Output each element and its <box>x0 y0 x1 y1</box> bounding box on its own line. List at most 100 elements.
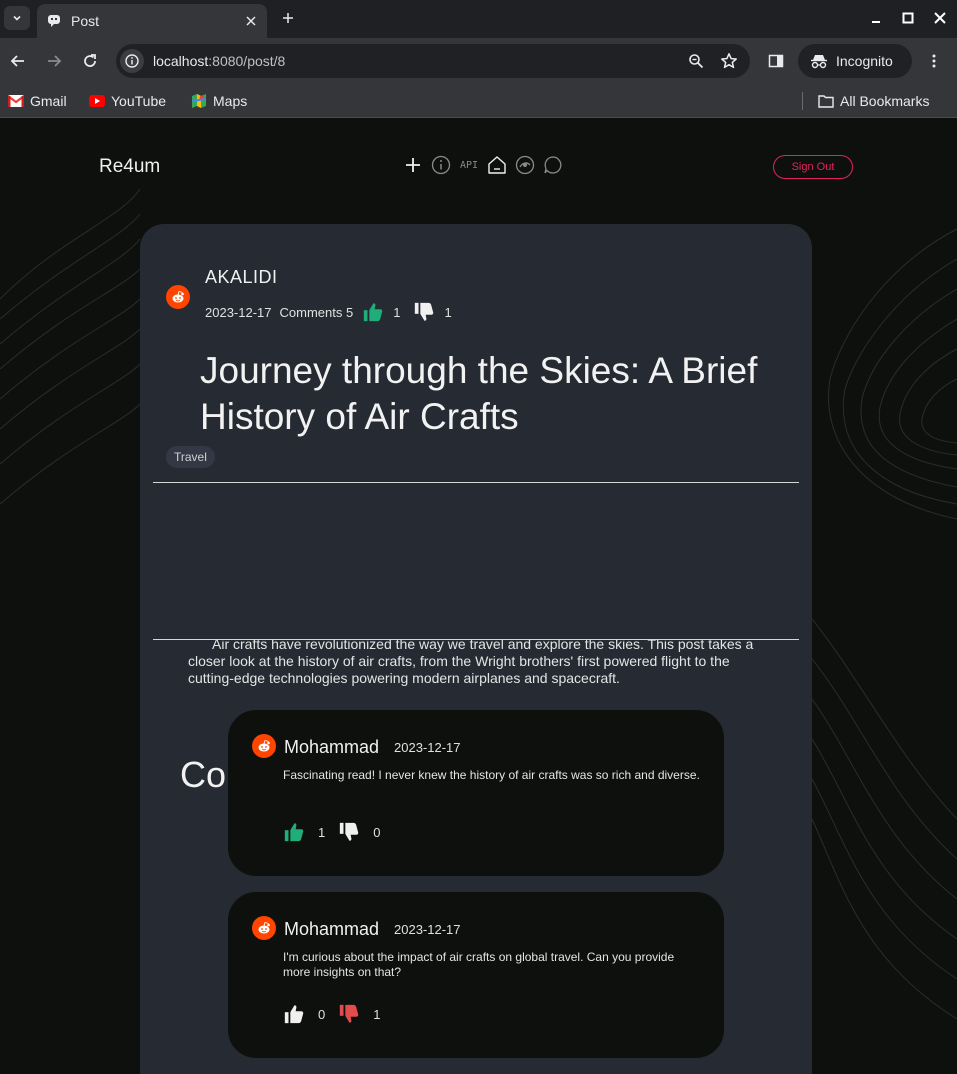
home-icon <box>488 156 506 174</box>
comment-text: I'm curious about the impact of air craf… <box>283 950 675 979</box>
compass-icon <box>515 155 535 175</box>
side-panel-icon <box>768 54 784 68</box>
create-post-button[interactable] <box>402 154 424 176</box>
reload-button[interactable] <box>78 49 102 73</box>
comment-votes: 1 0 <box>282 820 392 844</box>
bookmark-maps[interactable]: Maps <box>191 90 247 112</box>
close-icon <box>246 16 256 26</box>
comment-card: Mohammad 2023-12-17 Fascinating read! I … <box>228 710 724 876</box>
info-button[interactable] <box>430 154 452 176</box>
back-button[interactable] <box>6 49 30 73</box>
minimize-button[interactable] <box>866 8 886 28</box>
zoom-button[interactable] <box>684 49 708 73</box>
url-host: localhost <box>153 53 209 69</box>
tab-strip: Post <box>0 0 957 38</box>
messages-button[interactable] <box>542 154 564 176</box>
address-bar[interactable]: localhost:8080/post/8 <box>116 44 750 78</box>
reddit-alien-icon <box>258 739 270 752</box>
explore-button[interactable] <box>514 154 536 176</box>
minimize-icon <box>872 21 880 23</box>
avatar <box>252 734 276 758</box>
chat-bubble-icon <box>544 156 562 174</box>
home-button[interactable] <box>486 154 508 176</box>
tab-title: Post <box>71 13 100 29</box>
plus-icon <box>406 158 420 172</box>
post-meta: 2023-12-17 Comments 5 1 1 <box>205 300 452 324</box>
bookmark-star-button[interactable] <box>717 49 741 73</box>
folder-icon <box>818 93 834 109</box>
bookmark-label: YouTube <box>111 93 167 109</box>
dislike-count: 0 <box>373 824 381 840</box>
comment-author[interactable]: Mohammad <box>284 737 379 758</box>
dislike-count: 1 <box>373 1006 381 1022</box>
maximize-button[interactable] <box>898 8 918 28</box>
maximize-icon <box>902 12 914 24</box>
url-path: :8080/post/8 <box>208 53 286 69</box>
like-count: 0 <box>318 1006 326 1022</box>
sign-out-button[interactable]: Sign Out <box>773 155 853 179</box>
comments-count[interactable]: Comments 5 <box>280 305 354 320</box>
reddit-alien-icon <box>258 921 270 934</box>
post-body: Air crafts have revolutionized the way w… <box>188 636 754 686</box>
comment-author[interactable]: Mohammad <box>284 919 379 940</box>
all-bookmarks-button[interactable]: All Bookmarks <box>818 90 929 112</box>
brand-logo[interactable]: Re4um <box>99 156 160 178</box>
like-button[interactable] <box>282 1002 306 1026</box>
forward-button[interactable] <box>42 49 66 73</box>
new-tab-button[interactable] <box>278 8 298 28</box>
close-tab-button[interactable] <box>241 11 261 31</box>
arrow-left-icon <box>10 55 24 67</box>
side-panel-button[interactable] <box>764 49 788 73</box>
divider <box>153 482 799 483</box>
plus-icon <box>283 13 293 23</box>
dislike-button[interactable] <box>412 300 436 324</box>
zoom-icon <box>689 54 704 69</box>
thumbs-down-icon <box>340 1004 359 1023</box>
post-author[interactable]: AKALIDI <box>205 267 278 288</box>
site-info-button[interactable] <box>120 49 144 73</box>
gmail-icon <box>8 93 24 109</box>
post-card: AKALIDI 2023-12-17 Comments 5 1 1 Journe… <box>140 224 812 1074</box>
youtube-icon <box>89 93 105 109</box>
divider <box>153 639 799 640</box>
comment-votes: 0 1 <box>282 1002 392 1026</box>
top-nav: API <box>402 154 570 176</box>
post-date: 2023-12-17 <box>205 304 272 320</box>
all-bookmarks-label: All Bookmarks <box>840 93 930 109</box>
bookmark-label: Maps <box>213 93 248 109</box>
incognito-icon <box>811 55 827 69</box>
dislike-button[interactable] <box>337 820 361 844</box>
api-button[interactable]: API <box>458 154 480 176</box>
url-text: localhost:8080/post/8 <box>153 53 684 69</box>
like-button[interactable] <box>361 300 385 324</box>
page: Re4um API Sign Out AKALIDI 2023-12-17 Co… <box>0 119 957 1074</box>
dislike-button[interactable] <box>337 1002 361 1026</box>
browser-menu-button[interactable] <box>922 49 946 73</box>
bookmark-youtube[interactable]: YouTube <box>89 90 166 112</box>
avatar <box>252 916 276 940</box>
category-tag[interactable]: Travel <box>166 446 215 468</box>
close-window-button[interactable] <box>930 8 950 28</box>
info-icon <box>431 155 451 175</box>
tab-search-button[interactable] <box>4 6 30 30</box>
comment-date: 2023-12-17 <box>394 740 461 755</box>
comment-card: Mohammad 2023-12-17 I'm curious about th… <box>228 892 724 1058</box>
post-title: Journey through the Skies: A Brief Histo… <box>200 350 758 437</box>
arrow-right-icon <box>48 55 62 67</box>
comment-text: Fascinating read! I never knew the histo… <box>283 768 700 782</box>
bookmark-gmail[interactable]: Gmail <box>8 90 67 112</box>
thumbs-up-icon <box>284 1005 304 1024</box>
close-icon <box>934 12 946 24</box>
thumbs-up-icon <box>284 823 304 842</box>
thumbs-down-icon <box>415 302 434 321</box>
api-label: API <box>459 159 479 171</box>
bookmarks-separator <box>802 92 803 110</box>
incognito-indicator[interactable]: Incognito <box>798 44 912 78</box>
avatar <box>166 285 190 309</box>
thumbs-down-icon <box>340 822 359 841</box>
comment-date: 2023-12-17 <box>394 922 461 937</box>
more-vert-icon <box>932 54 936 68</box>
like-count: 1 <box>393 304 401 320</box>
tab-post[interactable]: Post <box>37 4 267 38</box>
like-button[interactable] <box>282 820 306 844</box>
